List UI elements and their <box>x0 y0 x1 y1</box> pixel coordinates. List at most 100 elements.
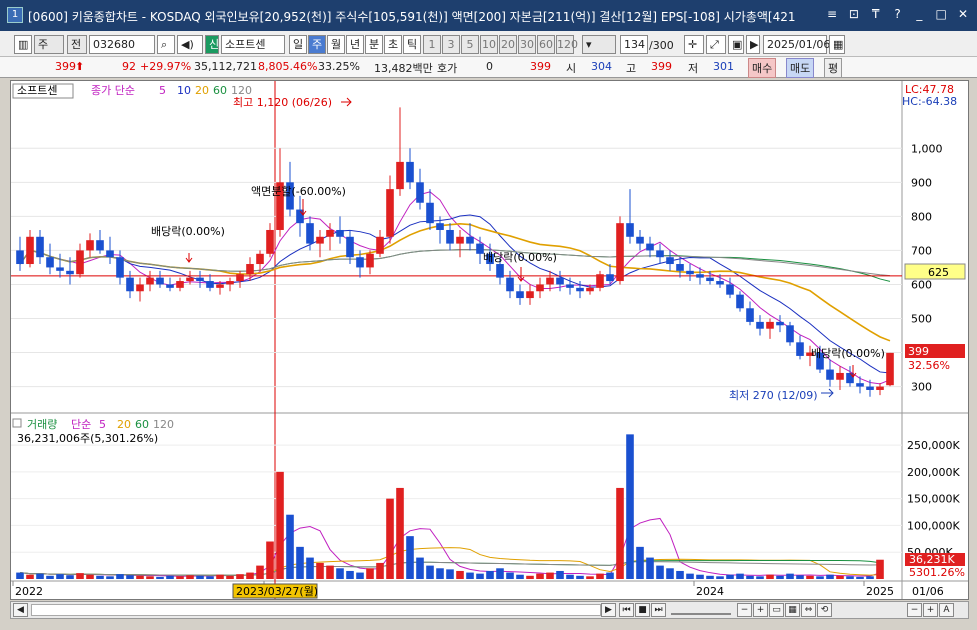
volume-bar <box>76 573 84 579</box>
scroll-track[interactable] <box>31 604 601 616</box>
crosshair-icon[interactable]: ✛ <box>684 35 704 54</box>
period-button[interactable]: 틱 <box>403 35 421 54</box>
volume-bar <box>46 575 54 579</box>
ref-price: 625 <box>928 266 949 279</box>
stop-icon[interactable]: ■ <box>635 603 650 617</box>
bar-count-total: /300 <box>649 39 674 52</box>
maximize-icon[interactable]: □ <box>933 7 949 23</box>
candle <box>116 257 124 278</box>
interval-button[interactable]: 120 <box>556 35 578 54</box>
candle <box>86 240 94 251</box>
candle <box>306 223 314 244</box>
minus-icon[interactable]: − <box>907 603 922 617</box>
interval-button[interactable]: 30 <box>518 35 536 54</box>
view-select[interactable]: 전 <box>67 35 87 54</box>
period-button[interactable]: 일 <box>289 35 307 54</box>
candle <box>826 369 834 380</box>
sell-button[interactable]: 매도 <box>786 58 815 78</box>
date-input[interactable]: 2025/01/06 <box>763 35 830 54</box>
fit-icon[interactable]: ⇔ <box>801 603 816 617</box>
candle <box>666 257 674 265</box>
chart-icon[interactable]: ▥ <box>14 35 32 54</box>
period-button[interactable]: 월 <box>327 35 345 54</box>
font-icon[interactable]: A <box>939 603 954 617</box>
volume-bar <box>96 575 104 579</box>
period-button[interactable]: 분 <box>365 35 383 54</box>
zoom-in-icon[interactable]: + <box>753 603 768 617</box>
interval-button[interactable]: 20 <box>499 35 517 54</box>
volume-bar <box>536 573 544 579</box>
candle <box>226 281 234 285</box>
volume-bar <box>26 574 34 579</box>
volume-legend-icon[interactable] <box>12 418 22 428</box>
minimize-icon[interactable]: _ <box>911 7 927 23</box>
interval-dropdown[interactable]: ▾ <box>582 35 616 54</box>
interval-button[interactable]: 10 <box>480 35 498 54</box>
candle <box>746 308 754 322</box>
volume-bar <box>686 573 694 579</box>
search-icon[interactable]: ⌕ <box>157 35 175 54</box>
calendar-icon[interactable]: ▦ <box>829 35 845 54</box>
volume-bar <box>766 574 774 579</box>
volume-bar <box>456 570 464 579</box>
menu-icon[interactable]: ≡ <box>824 7 840 23</box>
candle <box>336 229 344 237</box>
window-number[interactable]: 1 <box>7 7 23 23</box>
pin-icon[interactable]: ₸ <box>868 7 884 23</box>
volume-bar <box>646 557 654 579</box>
candle <box>126 277 134 292</box>
mode-select[interactable]: 주 <box>34 35 64 54</box>
volume-bar <box>496 568 504 579</box>
volume-bar <box>776 575 784 579</box>
help-icon[interactable]: ? <box>890 7 906 23</box>
plus-icon[interactable]: + <box>923 603 938 617</box>
chart-area[interactable]: 1,000900800700600500400300 250,000K200,0… <box>10 80 969 600</box>
volume-bar <box>526 575 534 579</box>
grid-icon[interactable]: ▦ <box>785 603 800 617</box>
candle <box>466 236 474 244</box>
candle <box>146 277 154 285</box>
candle <box>446 229 454 244</box>
scroll-right-icon[interactable]: ▶ <box>601 603 616 617</box>
candle <box>776 321 784 326</box>
speaker-icon[interactable]: ◀) <box>177 35 203 54</box>
avg-button[interactable]: 평 <box>824 58 843 78</box>
annotation-4: 배당락(0.00%) <box>811 347 885 360</box>
interval-button[interactable]: 5 <box>461 35 479 54</box>
new-badge: 신 <box>205 35 219 54</box>
chart-svg[interactable]: 1,000900800700600500400300 250,000K200,0… <box>11 81 968 599</box>
period-button[interactable]: 년 <box>346 35 364 54</box>
scroll-left-icon[interactable]: ◀ <box>13 603 28 617</box>
first-icon[interactable]: ⏮ <box>619 603 634 617</box>
save-icon[interactable]: ▣ <box>728 35 744 54</box>
volume-bar <box>306 557 314 579</box>
low: 301 <box>713 60 734 73</box>
volume-bar <box>126 575 134 579</box>
zoom-out-icon[interactable]: − <box>737 603 752 617</box>
period-button[interactable]: 초 <box>384 35 402 54</box>
pan-icon[interactable]: ⟲ <box>817 603 832 617</box>
restore-icon[interactable]: ⊡ <box>846 7 862 23</box>
next-icon[interactable]: ▶ <box>746 35 760 54</box>
buy-button[interactable]: 매수 <box>748 58 777 78</box>
scrollbar[interactable]: ◀ ▶ ⏮ ■ ⏭ − + ▭ ▦ ⇔ ⟲ − + A <box>10 601 969 619</box>
bar-count-input[interactable]: 134 <box>620 35 648 54</box>
volume-bar <box>606 572 614 579</box>
last-icon[interactable]: ⏭ <box>651 603 666 617</box>
interval-button[interactable]: 3 <box>442 35 460 54</box>
turnover: 33.25% <box>318 60 360 73</box>
interval-button[interactable]: 60 <box>537 35 555 54</box>
annotation-1: 배당락(0.00%) <box>151 225 225 238</box>
volume-tick-label: 200,000K <box>907 466 960 479</box>
zoom-slider[interactable] <box>671 605 731 615</box>
price-tick-label: 600 <box>911 278 932 291</box>
stock-code-input[interactable]: 032680 <box>89 35 155 54</box>
layout-icon[interactable]: ▭ <box>769 603 784 617</box>
period-button[interactable]: 주 <box>308 35 326 54</box>
candle <box>136 284 144 292</box>
change: 92 <box>122 60 136 73</box>
draw-icon[interactable]: ⤢ <box>706 35 726 54</box>
candle <box>366 253 374 268</box>
interval-button[interactable]: 1 <box>423 35 441 54</box>
close-icon[interactable]: ✕ <box>955 7 971 23</box>
